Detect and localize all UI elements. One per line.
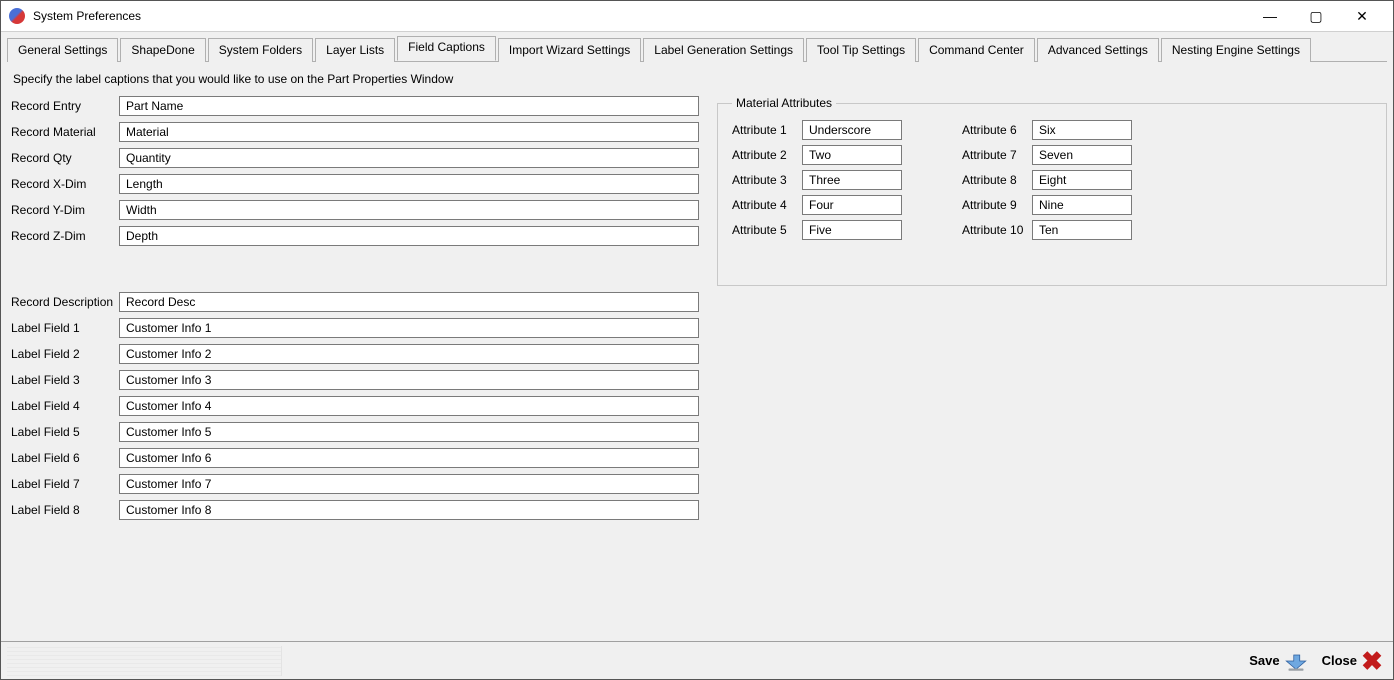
- label-attribute-7: Attribute 7: [962, 148, 1032, 162]
- label-record-qty: Record Qty: [7, 151, 119, 165]
- input-label-field-7[interactable]: [119, 474, 699, 494]
- tab-import-wizard-settings[interactable]: Import Wizard Settings: [498, 38, 641, 62]
- input-record-material[interactable]: [119, 122, 699, 142]
- label-attribute-2: Attribute 2: [732, 148, 802, 162]
- label-label-field-5: Label Field 5: [7, 425, 119, 439]
- label-attribute-1: Attribute 1: [732, 123, 802, 137]
- label-label-field-2: Label Field 2: [7, 347, 119, 361]
- app-icon: [9, 8, 25, 24]
- tab-general-settings[interactable]: General Settings: [7, 38, 118, 62]
- input-attribute-5[interactable]: [802, 220, 902, 240]
- tab-system-folders[interactable]: System Folders: [208, 38, 313, 62]
- minimize-button[interactable]: —: [1247, 1, 1293, 31]
- label-attribute-5: Attribute 5: [732, 223, 802, 237]
- footer-grip: [7, 646, 282, 676]
- label-label-field-3: Label Field 3: [7, 373, 119, 387]
- label-label-field-1: Label Field 1: [7, 321, 119, 335]
- input-record-qty[interactable]: [119, 148, 699, 168]
- save-button[interactable]: Save: [1245, 648, 1311, 674]
- input-attribute-6[interactable]: [1032, 120, 1132, 140]
- label-attribute-4: Attribute 4: [732, 198, 802, 212]
- input-attribute-1[interactable]: [802, 120, 902, 140]
- system-preferences-window: System Preferences — ▢ ✕ General Setting…: [0, 0, 1394, 680]
- label-attribute-10: Attribute 10: [962, 223, 1032, 237]
- input-record-description[interactable]: [119, 292, 699, 312]
- label-label-field-4: Label Field 4: [7, 399, 119, 413]
- label-record-description: Record Description: [7, 295, 119, 309]
- label-attribute-9: Attribute 9: [962, 198, 1032, 212]
- window-close-button[interactable]: ✕: [1339, 1, 1385, 31]
- input-record-y-dim[interactable]: [119, 200, 699, 220]
- label-record-material: Record Material: [7, 125, 119, 139]
- save-icon: [1284, 650, 1308, 672]
- input-attribute-2[interactable]: [802, 145, 902, 165]
- page-instruction: Specify the label captions that you woul…: [13, 72, 1387, 86]
- label-attribute-6: Attribute 6: [962, 123, 1032, 137]
- tab-nesting-engine-settings[interactable]: Nesting Engine Settings: [1161, 38, 1311, 62]
- input-label-field-2[interactable]: [119, 344, 699, 364]
- input-attribute-9[interactable]: [1032, 195, 1132, 215]
- input-attribute-7[interactable]: [1032, 145, 1132, 165]
- tab-label-generation-settings[interactable]: Label Generation Settings: [643, 38, 804, 62]
- input-label-field-6[interactable]: [119, 448, 699, 468]
- tabstrip: General Settings ShapeDone System Folder…: [1, 32, 1393, 61]
- window-controls: — ▢ ✕: [1247, 1, 1385, 31]
- input-attribute-3[interactable]: [802, 170, 902, 190]
- input-label-field-8[interactable]: [119, 500, 699, 520]
- label-attribute-8: Attribute 8: [962, 173, 1032, 187]
- close-label: Close: [1322, 653, 1357, 668]
- client-area: General Settings ShapeDone System Folder…: [1, 31, 1393, 679]
- label-record-z-dim: Record Z-Dim: [7, 229, 119, 243]
- input-record-entry[interactable]: [119, 96, 699, 116]
- material-attributes-group: Material Attributes Attribute 1 Attribut…: [717, 96, 1387, 286]
- tab-field-captions[interactable]: Field Captions: [397, 36, 496, 61]
- tab-advanced-settings[interactable]: Advanced Settings: [1037, 38, 1159, 62]
- input-label-field-3[interactable]: [119, 370, 699, 390]
- close-icon: ✖: [1361, 650, 1383, 672]
- footer: Save Close ✖: [1, 641, 1393, 679]
- input-record-x-dim[interactable]: [119, 174, 699, 194]
- tab-layer-lists[interactable]: Layer Lists: [315, 38, 395, 62]
- save-label: Save: [1249, 653, 1279, 668]
- input-record-z-dim[interactable]: [119, 226, 699, 246]
- input-attribute-4[interactable]: [802, 195, 902, 215]
- close-button[interactable]: Close ✖: [1318, 648, 1387, 674]
- label-record-y-dim: Record Y-Dim: [7, 203, 119, 217]
- label-label-field-7: Label Field 7: [7, 477, 119, 491]
- maximize-button[interactable]: ▢: [1293, 1, 1339, 31]
- input-attribute-8[interactable]: [1032, 170, 1132, 190]
- window-title: System Preferences: [33, 9, 141, 23]
- titlebar: System Preferences — ▢ ✕: [1, 1, 1393, 31]
- tab-page-field-captions: Specify the label captions that you woul…: [1, 62, 1393, 641]
- input-label-field-1[interactable]: [119, 318, 699, 338]
- label-label-field-8: Label Field 8: [7, 503, 119, 517]
- label-record-entry: Record Entry: [7, 99, 119, 113]
- input-label-field-4[interactable]: [119, 396, 699, 416]
- input-label-field-5[interactable]: [119, 422, 699, 442]
- tab-tool-tip-settings[interactable]: Tool Tip Settings: [806, 38, 916, 62]
- label-label-field-6: Label Field 6: [7, 451, 119, 465]
- tab-command-center[interactable]: Command Center: [918, 38, 1035, 62]
- tab-shapedone[interactable]: ShapeDone: [120, 38, 205, 62]
- label-attribute-3: Attribute 3: [732, 173, 802, 187]
- field-caption-list: Record Entry Record Material Record Qty …: [7, 96, 699, 526]
- material-attributes-legend: Material Attributes: [732, 96, 836, 110]
- label-record-x-dim: Record X-Dim: [7, 177, 119, 191]
- input-attribute-10[interactable]: [1032, 220, 1132, 240]
